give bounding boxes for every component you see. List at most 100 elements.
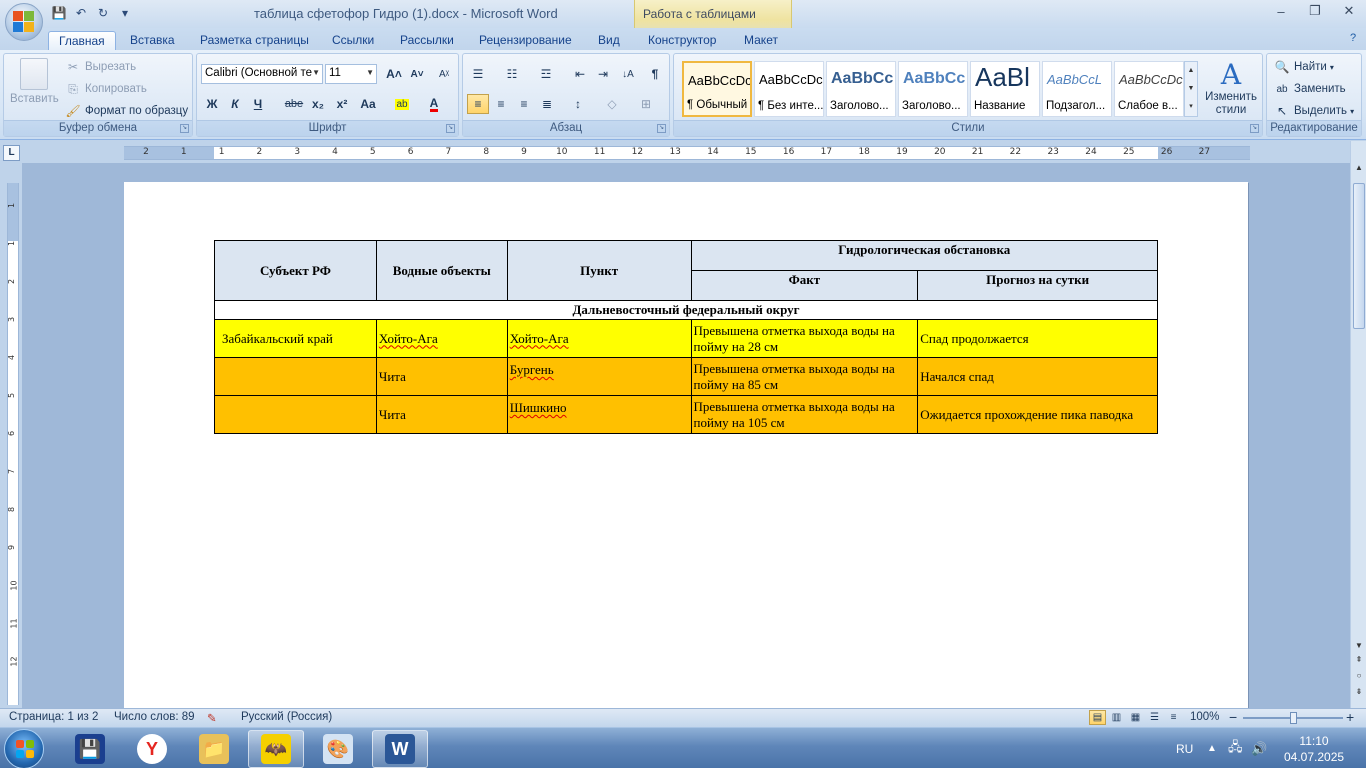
scroll-up-icon[interactable]: ▲ <box>1353 163 1365 175</box>
vertical-scrollbar[interactable]: ▲ ▼ ⇞ ○ ⇟ <box>1350 141 1366 708</box>
zoom-out-icon[interactable]: − <box>1229 709 1237 725</box>
paragraph-launcher-icon[interactable]: ↘ <box>657 124 666 133</box>
hydro-table[interactable]: Субъект РФ Водные объекты Пункт Гидролог… <box>214 240 1159 434</box>
next-page-icon[interactable]: ⇟ <box>1353 687 1365 699</box>
header-forecast[interactable]: Прогноз на сутки <box>917 270 1158 301</box>
tab-references[interactable]: Ссылки <box>322 31 384 50</box>
find-button[interactable]: 🔍 Найти ▾ <box>1273 58 1334 76</box>
scroll-thumb[interactable] <box>1353 183 1365 329</box>
cell-forecast[interactable]: Начался спад <box>917 357 1158 396</box>
page-indicator[interactable]: Страница: 1 из 2 <box>9 711 98 723</box>
borders-button[interactable]: ⊞ <box>635 94 657 114</box>
align-center-button[interactable]: ≡ <box>490 94 512 114</box>
font-size-combo[interactable]: 11 ▼ <box>325 64 377 84</box>
batman-app-button[interactable]: 🦇 <box>248 730 304 768</box>
help-icon[interactable]: ? <box>1346 32 1360 46</box>
style-gallery-scroll[interactable]: ▲ ▼ ▾ <box>1184 61 1198 117</box>
copy-button[interactable]: ⎘ Копировать <box>64 80 147 98</box>
clear-format-button[interactable]: Aᵡ <box>433 64 455 84</box>
full-screen-reading-icon[interactable]: ▥ <box>1108 710 1125 725</box>
cell-forecast[interactable]: Спад продолжается <box>917 319 1158 358</box>
shading-button[interactable]: ◇ <box>601 94 623 114</box>
line-spacing-button[interactable]: ↕ <box>567 94 589 114</box>
superscript-button[interactable]: x² <box>331 94 353 114</box>
draft-icon[interactable]: ≡ <box>1165 710 1182 725</box>
bullets-button[interactable]: ☰ <box>467 64 489 84</box>
multilevel-button[interactable]: ☲ <box>535 64 557 84</box>
italic-button[interactable]: К <box>224 94 246 114</box>
zoom-slider-thumb[interactable] <box>1290 712 1297 724</box>
cell-forecast[interactable]: Ожидается прохождение пика паводка <box>917 395 1158 434</box>
show-hidden-icons[interactable]: ▲ <box>1207 728 1217 768</box>
scroll-down-icon[interactable]: ▼ <box>1353 641 1365 653</box>
print-layout-icon[interactable]: ▤ <box>1089 710 1106 725</box>
word-count[interactable]: Число слов: 89 <box>114 711 195 723</box>
undo-icon[interactable]: ↶ <box>72 4 90 22</box>
highlight-button[interactable]: ab <box>391 94 413 114</box>
underline-button[interactable]: Ч <box>247 94 269 114</box>
cut-button[interactable]: ✂ Вырезать <box>64 58 136 76</box>
font-color-button[interactable]: A <box>423 94 445 114</box>
outline-icon[interactable]: ☰ <box>1146 710 1163 725</box>
format-painter-button[interactable]: 🖌 Формат по образцу <box>64 102 188 120</box>
styles-launcher-icon[interactable]: ↘ <box>1250 124 1259 133</box>
style-item[interactable]: AaBl Название <box>970 61 1040 117</box>
clock[interactable]: 11:10 04.07.2025 <box>1284 733 1344 765</box>
tab-selector[interactable]: L <box>3 145 20 161</box>
header-subject[interactable]: Субъект РФ <box>214 240 377 301</box>
header-point[interactable]: Пункт <box>506 240 692 301</box>
shrink-font-button[interactable]: A˅ <box>406 64 428 84</box>
web-layout-icon[interactable]: ▦ <box>1127 710 1144 725</box>
cell-water[interactable]: Хойто-Ага <box>375 319 508 358</box>
tab-design[interactable]: Конструктор <box>638 31 726 50</box>
decrease-indent-button[interactable]: ⇤ <box>569 64 591 84</box>
cell-point[interactable]: Бургень <box>506 357 692 396</box>
header-hydro-situation[interactable]: Гидрологическая обстановка <box>690 240 1159 271</box>
restore-button[interactable]: ❐ <box>1298 0 1332 22</box>
prev-page-icon[interactable]: ⇞ <box>1353 655 1365 667</box>
clipboard-launcher-icon[interactable]: ↘ <box>180 124 189 133</box>
style-item[interactable]: AaBbCcL Подзагол... <box>1042 61 1112 117</box>
vertical-ruler[interactable]: 1 1 2 3 4 5 6 7 8 9 10 11 12 <box>7 183 19 705</box>
tab-page-layout[interactable]: Разметка страницы <box>190 31 319 50</box>
sort-button[interactable]: ↓A <box>617 64 639 84</box>
align-left-button[interactable]: ≡ <box>467 94 489 114</box>
header-fact[interactable]: Факт <box>690 270 919 301</box>
tab-review[interactable]: Рецензирование <box>469 31 582 50</box>
customize-qat-icon[interactable]: ▾ <box>116 4 134 22</box>
change-styles-button[interactable]: A Изменить стили <box>1202 60 1260 117</box>
cell-subject[interactable] <box>214 357 377 396</box>
save-app-button[interactable]: 💾 <box>62 730 118 768</box>
save-icon[interactable]: 💾 <box>50 4 68 22</box>
style-item[interactable]: AaBbCc Заголово... <box>898 61 968 117</box>
tab-layout[interactable]: Макет <box>734 31 788 50</box>
word-app-button[interactable]: W <box>372 730 428 768</box>
subscript-button[interactable]: x₂ <box>307 94 329 114</box>
cell-fact[interactable]: Превышена отметка выхода воды на пойму н… <box>690 395 919 434</box>
office-button[interactable] <box>5 3 43 41</box>
cell-fact[interactable]: Превышена отметка выхода воды на пойму н… <box>690 357 919 396</box>
grow-font-button[interactable]: A˄ <box>383 64 405 84</box>
cell-water[interactable]: Чита <box>375 357 508 396</box>
style-item[interactable]: AaBbCc Заголово... <box>826 61 896 117</box>
table-row[interactable]: Чита Шишкино Превышена отметка выхода во… <box>214 395 1158 434</box>
network-icon[interactable]: 🖧 <box>1228 728 1243 768</box>
paste-button[interactable]: Вставить <box>10 58 59 105</box>
style-item[interactable]: AaBbCcDc ¶ Обычный <box>682 61 752 117</box>
change-case-button[interactable]: Aa <box>357 94 379 114</box>
style-item[interactable]: AaBbCcDc ¶ Без инте... <box>754 61 824 117</box>
increase-indent-button[interactable]: ⇥ <box>592 64 614 84</box>
tab-view[interactable]: Вид <box>588 31 630 50</box>
cell-subject[interactable]: Забайкальский край <box>214 319 377 358</box>
language-indicator[interactable]: Русский (Россия) <box>241 711 332 723</box>
region-cell[interactable]: Дальневосточный федеральный округ <box>214 300 1158 320</box>
file-explorer-button[interactable]: 📁 <box>186 730 242 768</box>
cell-water[interactable]: Чита <box>375 395 508 434</box>
font-name-combo[interactable]: Calibri (Основной те ▼ <box>201 64 323 84</box>
numbering-button[interactable]: ☷ <box>501 64 523 84</box>
proofing-icon[interactable]: ✎ <box>207 711 217 725</box>
tab-home[interactable]: Главная <box>48 31 116 50</box>
minimize-button[interactable]: ‒ <box>1264 0 1298 22</box>
start-button[interactable] <box>4 729 44 768</box>
table-row[interactable]: Забайкальский край Хойто-Ага Хойто-Ага П… <box>214 319 1158 358</box>
